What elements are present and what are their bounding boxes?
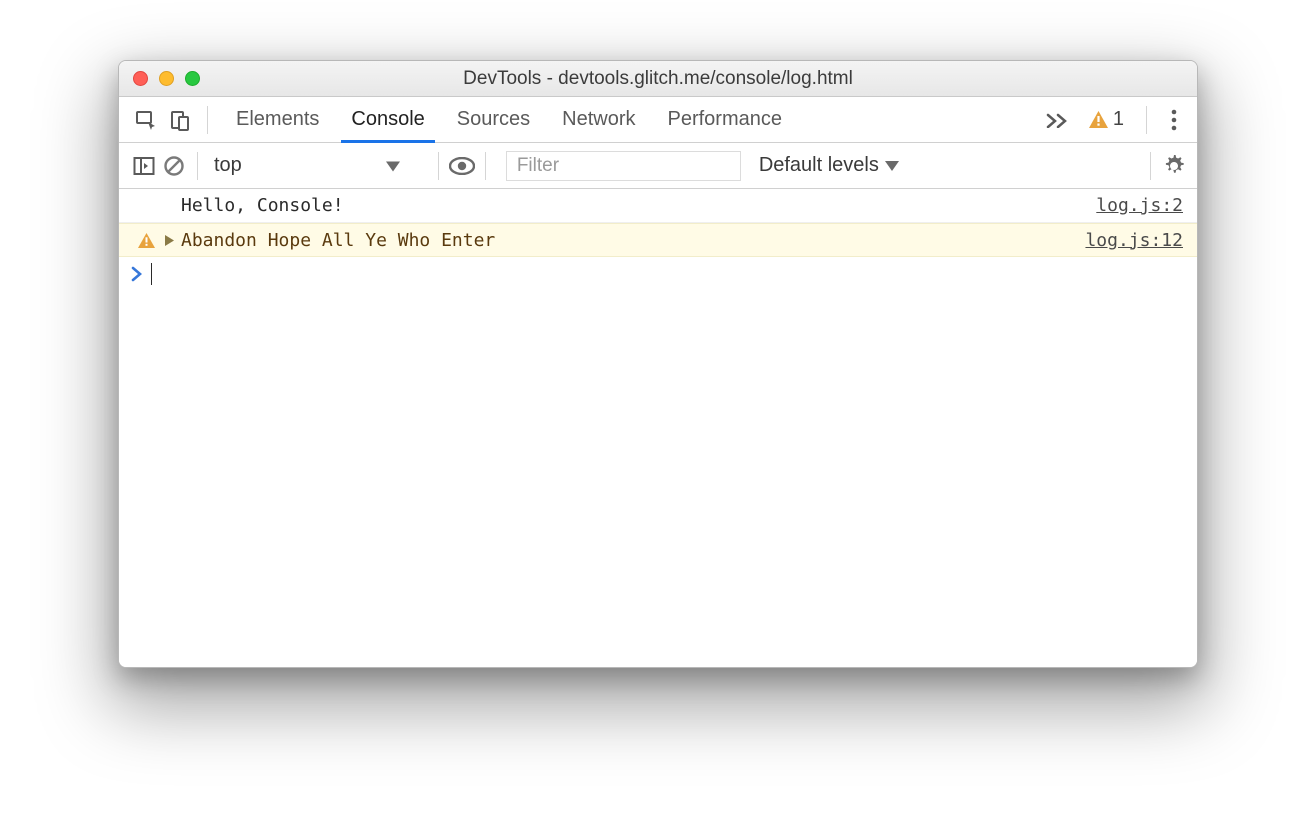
console-message: Abandon Hope All Ye Who Enter (177, 230, 1085, 251)
separator (438, 152, 439, 180)
console-row[interactable]: Abandon Hope All Ye Who Enter log.js:12 (119, 223, 1197, 257)
tab-network[interactable]: Network (546, 97, 651, 142)
toggle-console-sidebar-icon[interactable] (129, 151, 159, 181)
minimize-window-button[interactable] (159, 71, 174, 86)
kebab-menu-icon[interactable] (1159, 105, 1189, 135)
devtools-window: DevTools - devtools.glitch.me/console/lo… (118, 60, 1198, 668)
levels-label: Default levels (759, 154, 879, 177)
more-tabs-icon[interactable] (1039, 105, 1075, 135)
console-row[interactable]: Hello, Console! log.js:2 (119, 189, 1197, 223)
text-cursor (151, 263, 152, 285)
traffic-lights (133, 71, 200, 86)
titlebar: DevTools - devtools.glitch.me/console/lo… (119, 61, 1197, 97)
chevron-down-icon (386, 154, 400, 177)
prompt-chevron-icon (131, 266, 143, 282)
panel-tabs: Elements Console Sources Network Perform… (220, 97, 798, 142)
zoom-window-button[interactable] (185, 71, 200, 86)
separator (197, 152, 198, 180)
close-window-button[interactable] (133, 71, 148, 86)
device-toolbar-icon[interactable] (165, 105, 195, 135)
console-settings-icon[interactable] (1159, 151, 1189, 181)
warnings-badge[interactable]: 1 (1089, 108, 1124, 131)
warning-triangle-icon (1089, 111, 1108, 128)
expand-icon[interactable] (161, 235, 177, 246)
filter-input[interactable] (506, 151, 741, 181)
inspect-element-icon[interactable] (131, 105, 161, 135)
chevron-down-icon (885, 154, 899, 177)
tab-sources[interactable]: Sources (441, 97, 546, 142)
console-message: Hello, Console! (177, 195, 1096, 216)
separator (1150, 152, 1151, 180)
separator (207, 106, 208, 134)
source-link[interactable]: log.js:2 (1096, 195, 1183, 216)
devtools-tabstrip: Elements Console Sources Network Perform… (119, 97, 1197, 143)
warning-icon (131, 233, 161, 248)
tab-console[interactable]: Console (335, 97, 440, 142)
context-selector[interactable]: top (206, 151, 270, 181)
console-messages: Hello, Console! log.js:2 Abandon Hope Al… (119, 189, 1197, 667)
live-expression-icon[interactable] (447, 151, 477, 181)
console-prompt[interactable] (119, 257, 1197, 291)
tab-performance[interactable]: Performance (652, 97, 799, 142)
separator (1146, 106, 1147, 134)
tab-elements[interactable]: Elements (220, 97, 335, 142)
window-title: DevTools - devtools.glitch.me/console/lo… (119, 68, 1197, 90)
clear-console-icon[interactable] (159, 151, 189, 181)
console-toolbar: top Default levels (119, 143, 1197, 189)
warnings-count: 1 (1113, 108, 1124, 131)
source-link[interactable]: log.js:12 (1085, 230, 1183, 251)
log-levels-selector[interactable]: Default levels (753, 154, 905, 177)
separator (485, 152, 486, 180)
context-label: top (214, 154, 242, 177)
